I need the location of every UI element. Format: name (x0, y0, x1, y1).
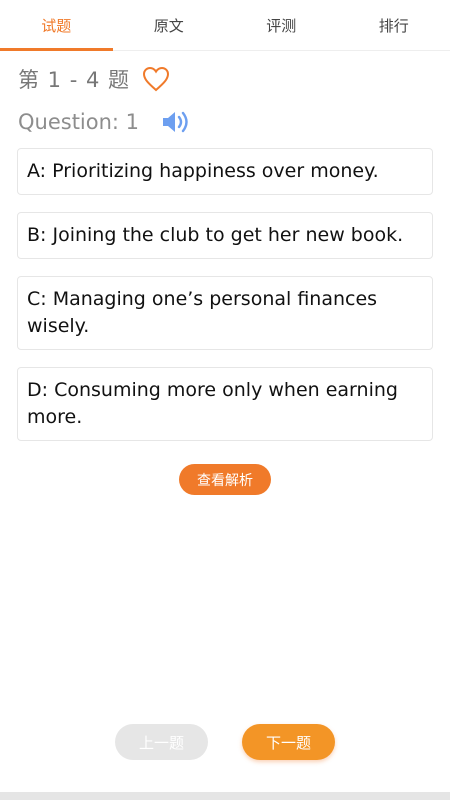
next-question-button[interactable]: 下一题 (242, 724, 335, 760)
answer-options: A: Prioritizing happiness over money. B:… (17, 148, 433, 458)
question-number-label: Question: 1 (18, 110, 140, 134)
option-b[interactable]: B: Joining the club to get her new book. (17, 212, 433, 259)
option-a[interactable]: A: Prioritizing happiness over money. (17, 148, 433, 195)
app-screen: 试题 原文 评测 排行 第 1 - 4 题 Question: 1 A: Pri… (0, 0, 450, 800)
tab-ranking[interactable]: 排行 (338, 0, 450, 50)
speaker-icon[interactable] (160, 108, 194, 136)
option-d[interactable]: D: Consuming more only when earning more… (17, 367, 433, 441)
tab-questions[interactable]: 试题 (0, 0, 113, 51)
tab-evaluation[interactable]: 评测 (225, 0, 338, 50)
previous-question-button[interactable]: 上一题 (115, 724, 208, 760)
option-c[interactable]: C: Managing one’s personal finances wise… (17, 276, 433, 350)
view-analysis-button[interactable]: 查看解析 (179, 464, 271, 495)
tab-bar: 试题 原文 评测 排行 (0, 0, 450, 51)
question-range-title: 第 1 - 4 题 (18, 68, 131, 92)
tab-original-text[interactable]: 原文 (113, 0, 226, 50)
bottom-system-bar (0, 792, 450, 800)
heart-outline-icon[interactable] (142, 66, 170, 92)
